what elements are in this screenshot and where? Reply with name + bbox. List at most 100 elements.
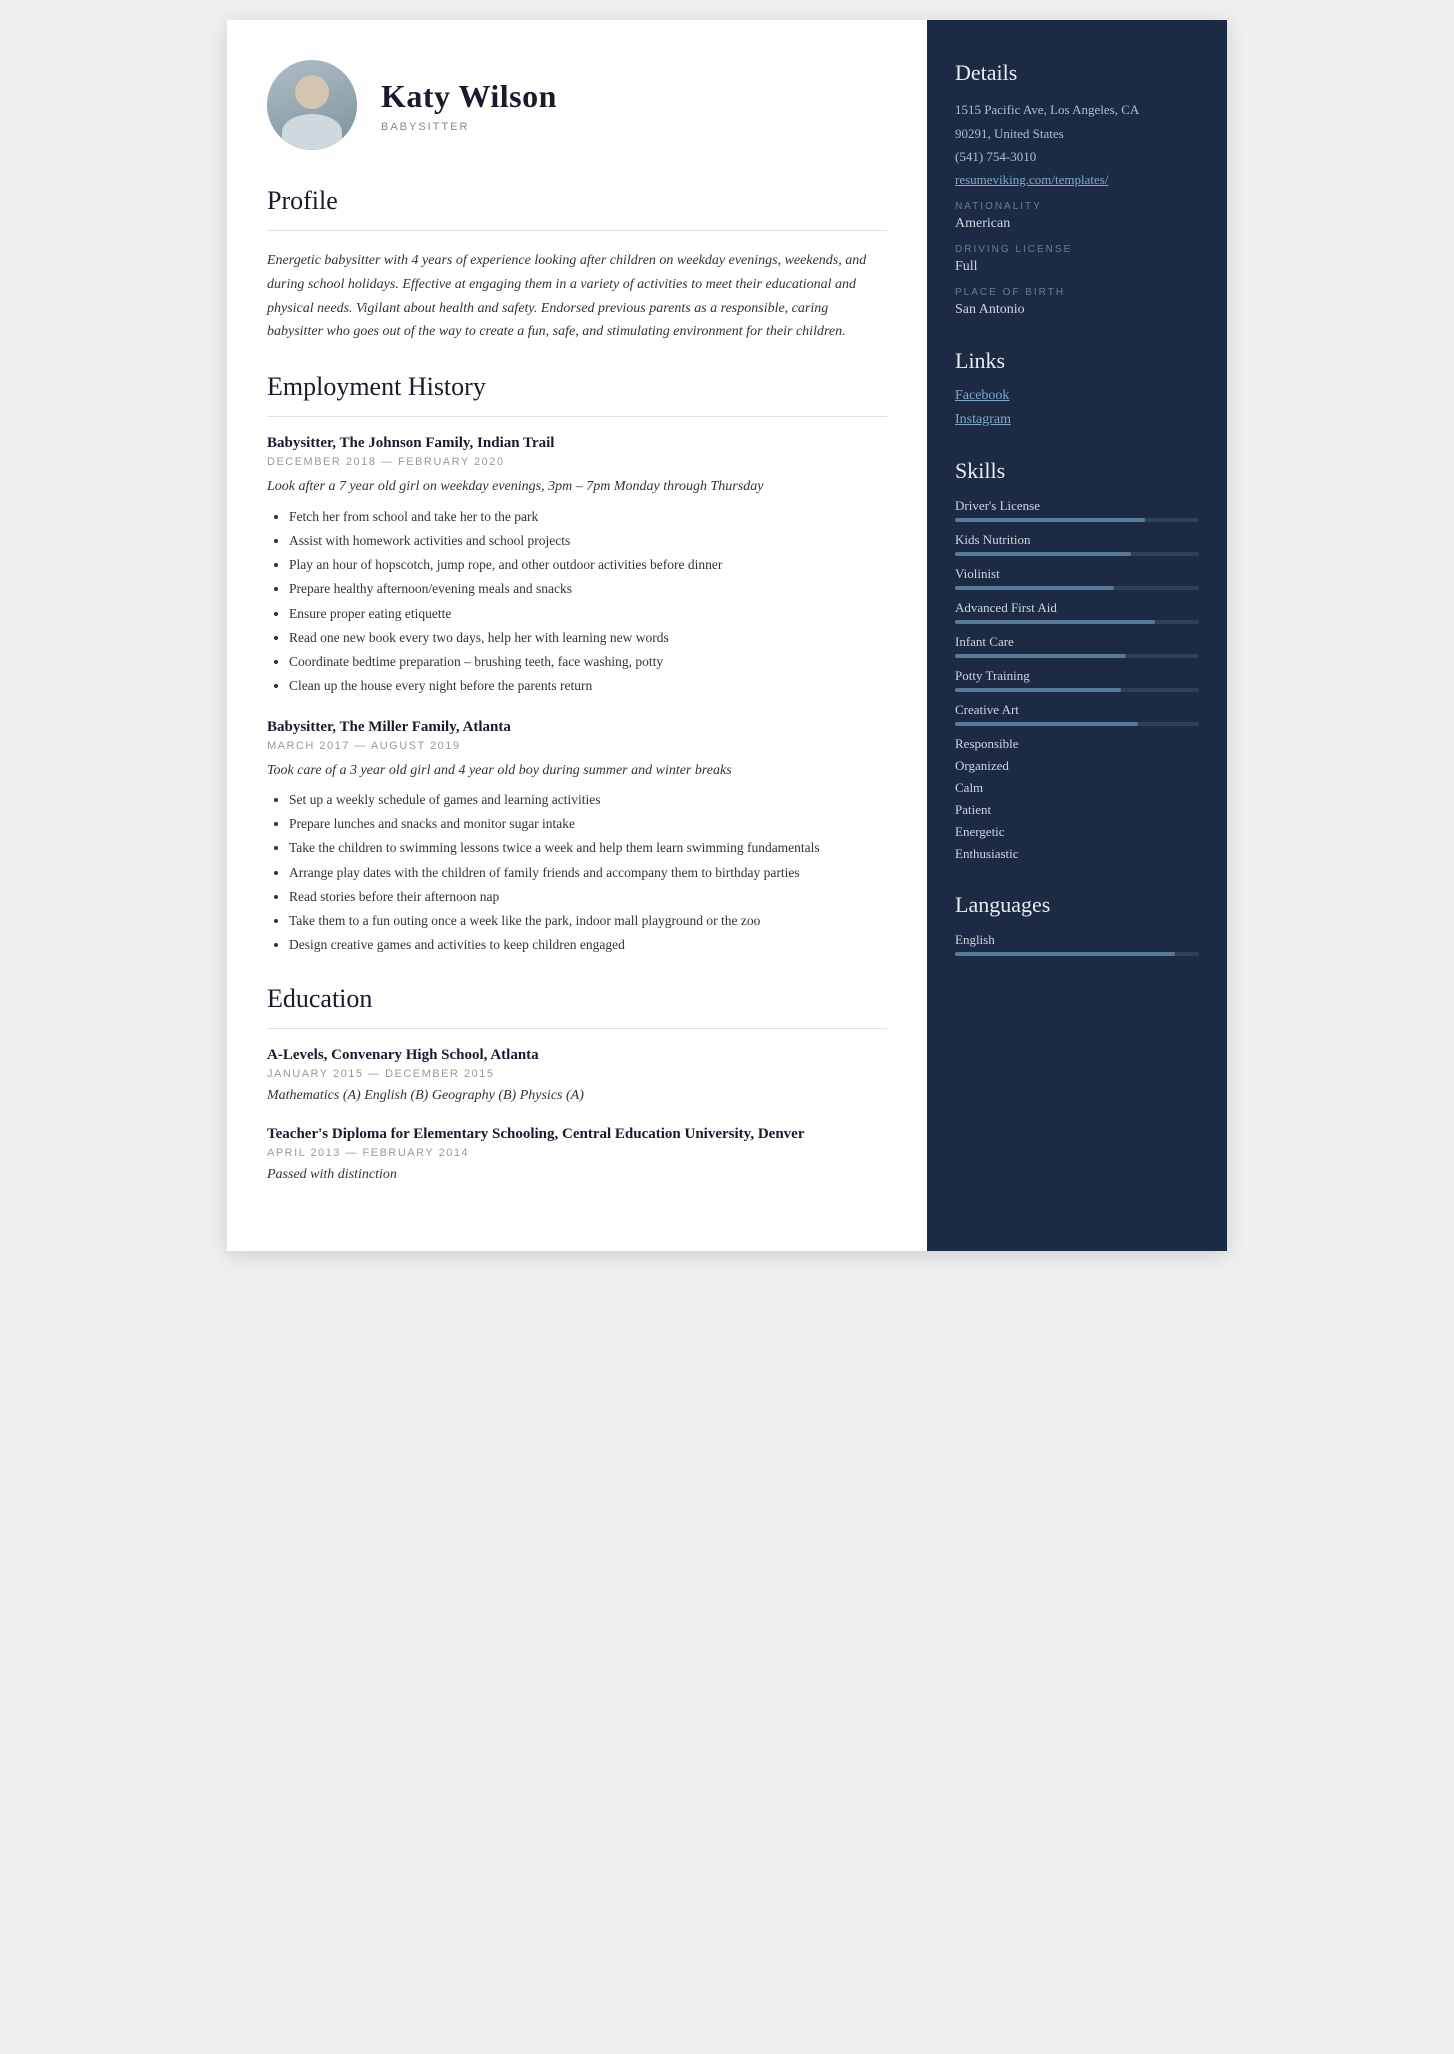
header: Katy Wilson Babysitter — [267, 60, 887, 150]
list-item: Coordinate bedtime preparation – brushin… — [289, 652, 887, 672]
avatar — [267, 60, 357, 150]
candidate-name: Katy Wilson — [381, 78, 557, 115]
skills-title: Skills — [955, 458, 1199, 484]
skill-bar-bg — [955, 552, 1199, 556]
skill-bar-fill — [955, 688, 1121, 692]
list-item: Assist with homework activities and scho… — [289, 531, 887, 551]
nationality-label: Nationality — [955, 201, 1199, 212]
left-column: Katy Wilson Babysitter Profile Energetic… — [227, 20, 927, 1251]
list-item: Play an hour of hopscotch, jump rope, an… — [289, 555, 887, 575]
job-2-desc: Took care of a 3 year old girl and 4 yea… — [267, 760, 887, 782]
list-item: Ensure proper eating etiquette — [289, 604, 887, 624]
edu-2-desc: Passed with distinction — [267, 1167, 887, 1183]
skill-name: Infant Care — [955, 634, 1199, 650]
employment-divider — [267, 416, 887, 417]
lang-container: English — [955, 932, 1199, 956]
skill-bar-bg — [955, 688, 1199, 692]
list-item: Arrange play dates with the children of … — [289, 863, 887, 883]
text-skill-item: Enthusiastic — [955, 846, 1199, 862]
text-skills-container: Responsible Organized Calm Patient Energetic… — [955, 736, 1199, 862]
job-2-dates: March 2017 — August 2019 — [267, 740, 887, 752]
candidate-subtitle: Babysitter — [381, 121, 557, 133]
list-item: Prepare lunches and snacks and monitor s… — [289, 814, 887, 834]
text-skill-item: Patient — [955, 802, 1199, 818]
details-title: Details — [955, 60, 1199, 86]
skill-item: Kids Nutrition — [955, 532, 1199, 556]
right-column: Details 1515 Pacific Ave, Los Angeles, C… — [927, 20, 1227, 1251]
list-item: Read one new book every two days, help h… — [289, 628, 887, 648]
address-line1: 1515 Pacific Ave, Los Angeles, CA — [955, 100, 1199, 120]
skill-name: Violinist — [955, 566, 1199, 582]
address-line2: 90291, United States — [955, 124, 1199, 144]
lang-name: English — [955, 932, 1199, 948]
list-item: Fetch her from school and take her to th… — [289, 507, 887, 527]
lang-bar-bg — [955, 952, 1199, 956]
employment-section: Employment History Babysitter, The Johns… — [267, 372, 887, 956]
skill-bar-fill — [955, 722, 1138, 726]
job-2: Babysitter, The Miller Family, Atlanta M… — [267, 719, 887, 956]
profile-divider — [267, 230, 887, 231]
list-item: Set up a weekly schedule of games and le… — [289, 790, 887, 810]
phone: (541) 754-3010 — [955, 147, 1199, 167]
job-1-desc: Look after a 7 year old girl on weekday … — [267, 476, 887, 498]
instagram-link[interactable]: Instagram — [955, 412, 1199, 428]
edu-2-title: Teacher's Diploma for Elementary Schooli… — [267, 1126, 887, 1143]
skill-bar-bg — [955, 518, 1199, 522]
birth-value: San Antonio — [955, 302, 1199, 318]
skill-name: Creative Art — [955, 702, 1199, 718]
language-item: English — [955, 932, 1199, 956]
skill-bar-fill — [955, 654, 1126, 658]
job-1-title: Babysitter, The Johnson Family, Indian T… — [267, 435, 887, 452]
languages-section: Languages English — [955, 892, 1199, 956]
skill-name: Potty Training — [955, 668, 1199, 684]
birth-label: Place of Birth — [955, 287, 1199, 298]
edu-2: Teacher's Diploma for Elementary Schooli… — [267, 1126, 887, 1183]
profile-title: Profile — [267, 186, 887, 216]
job-2-list: Set up a weekly schedule of games and le… — [267, 790, 887, 956]
list-item: Prepare healthy afternoon/evening meals … — [289, 579, 887, 599]
list-item: Take them to a fun outing once a week li… — [289, 911, 887, 931]
list-item: Design creative games and activities to … — [289, 935, 887, 955]
job-1-list: Fetch her from school and take her to th… — [267, 507, 887, 697]
skill-bar-bg — [955, 586, 1199, 590]
edu-1-title: A-Levels, Convenary High School, Atlanta — [267, 1047, 887, 1064]
education-section: Education A-Levels, Convenary High Schoo… — [267, 984, 887, 1183]
resume-container: Katy Wilson Babysitter Profile Energetic… — [227, 20, 1227, 1251]
skill-bar-fill — [955, 620, 1155, 624]
skill-bar-fill — [955, 552, 1131, 556]
links-title: Links — [955, 348, 1199, 374]
edu-2-dates: April 2013 — February 2014 — [267, 1147, 887, 1159]
skill-bar-fill — [955, 586, 1114, 590]
education-title: Education — [267, 984, 887, 1014]
skill-item: Infant Care — [955, 634, 1199, 658]
profile-text: Energetic babysitter with 4 years of exp… — [267, 249, 887, 344]
skill-bar-bg — [955, 654, 1199, 658]
languages-title: Languages — [955, 892, 1199, 918]
edu-1-desc: Mathematics (A) English (B) Geography (B… — [267, 1088, 887, 1104]
text-skill-item: Responsible — [955, 736, 1199, 752]
facebook-link[interactable]: Facebook — [955, 388, 1199, 404]
education-divider — [267, 1028, 887, 1029]
links-section: Links Facebook Instagram — [955, 348, 1199, 428]
job-1-dates: December 2018 — February 2020 — [267, 456, 887, 468]
list-item: Read stories before their afternoon nap — [289, 887, 887, 907]
driving-value: Full — [955, 259, 1199, 275]
edu-1: A-Levels, Convenary High School, Atlanta… — [267, 1047, 887, 1104]
text-skill-item: Calm — [955, 780, 1199, 796]
text-skill-item: Organized — [955, 758, 1199, 774]
skill-item: Violinist — [955, 566, 1199, 590]
skill-bar-fill — [955, 518, 1145, 522]
website-link[interactable]: resumeviking.com/templates/ — [955, 172, 1108, 187]
skill-name: Driver's License — [955, 498, 1199, 514]
skill-bar-bg — [955, 722, 1199, 726]
skill-bar-bg — [955, 620, 1199, 624]
header-info: Katy Wilson Babysitter — [381, 78, 557, 133]
job-1: Babysitter, The Johnson Family, Indian T… — [267, 435, 887, 696]
skill-item: Driver's License — [955, 498, 1199, 522]
skill-name: Kids Nutrition — [955, 532, 1199, 548]
skill-item: Creative Art — [955, 702, 1199, 726]
profile-section: Profile Energetic babysitter with 4 year… — [267, 186, 887, 344]
job-2-title: Babysitter, The Miller Family, Atlanta — [267, 719, 887, 736]
lang-bar-fill — [955, 952, 1175, 956]
text-skill-item: Energetic — [955, 824, 1199, 840]
